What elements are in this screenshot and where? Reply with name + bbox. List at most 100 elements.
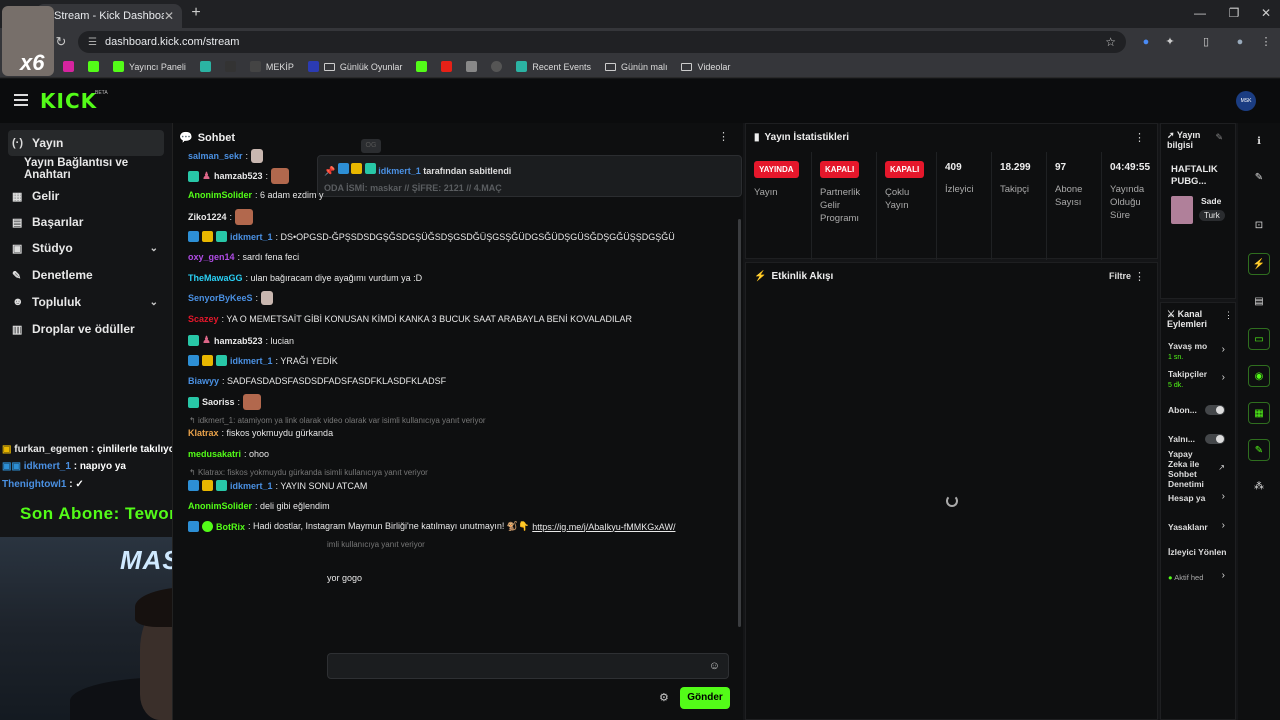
info-icon[interactable]: ℹ [1248, 131, 1270, 153]
emotes-only-toggle[interactable] [1205, 434, 1225, 444]
chat-message[interactable]: salman_sekr: [188, 149, 264, 163]
bookmark-star-icon[interactable]: ☆ [1105, 35, 1116, 49]
minimize-icon[interactable]: — [1190, 6, 1210, 20]
reload-icon[interactable]: ↻ [52, 33, 70, 51]
chat-scrollbar[interactable] [738, 219, 741, 627]
slow-mode-action[interactable]: Yavaş mo 1 sn. [1168, 341, 1207, 363]
bookmark-gunun-mali[interactable]: Günün malı [600, 62, 673, 72]
bookmark-gunluk-oyunlar[interactable]: Günlük Oyunlar [303, 61, 408, 72]
globe-bookmark-icon[interactable] [486, 61, 507, 72]
activity-menu-icon[interactable]: ⋮ [1134, 270, 1145, 283]
browser-tab[interactable]: Stream - Kick Dashboard ✕ [36, 4, 182, 28]
chat-input[interactable]: ☺ [327, 653, 729, 679]
badge-icon [188, 521, 199, 532]
sidebar-item-droplar[interactable]: ▥ Droplar ve ödüller [8, 316, 164, 342]
chat-message[interactable]: Saoriss: [188, 394, 262, 410]
chat-message[interactable]: Ziko1224: [188, 209, 254, 225]
chevron-right-icon[interactable]: › [1222, 372, 1225, 383]
multistream-status-badge: KAPALI [885, 161, 925, 178]
chat-menu-icon[interactable]: ⋮ [718, 130, 729, 143]
banned-words-action[interactable]: Yasaklanr [1168, 522, 1208, 532]
chat-message[interactable]: Scazey: YA O MEMETSAİT GİBİ KONUSAN KİMD… [188, 314, 632, 324]
bookmark-icon-teal[interactable] [195, 61, 216, 72]
followers-only-action[interactable]: Takipçiler 5 dk. [1168, 369, 1207, 391]
chat-message-partial[interactable]: yor gogo [327, 573, 362, 583]
chat-message[interactable]: idkmert_1: YRAĞI YEDİK [188, 355, 338, 366]
bookmark-recent-events[interactable]: Recent Events [511, 61, 596, 72]
site-info-icon[interactable]: ☰ [88, 37, 97, 48]
browser-menu-icon[interactable]: ⋮ [1258, 34, 1274, 50]
chat-settings-icon[interactable]: ⚙ [659, 691, 669, 704]
layout-icon[interactable]: ▦ [1248, 402, 1270, 424]
lightning-icon[interactable]: ⚡ [1248, 253, 1270, 275]
stat-subscribers: 97 Abone Sayısı [1047, 152, 1102, 260]
hamburger-menu-icon[interactable] [14, 94, 28, 106]
viewer-redirect-action[interactable]: İzleyici Yönlen [1168, 547, 1226, 557]
chevron-right-icon[interactable]: › [1222, 520, 1225, 531]
sidebar-item-denetleme[interactable]: ✎ Denetleme [8, 262, 164, 288]
chat-message[interactable]: ♟ hamzab523: [188, 168, 290, 184]
chat-message[interactable]: TheMawaGG: ulan bağıracam diye ayağımı v… [188, 273, 422, 283]
chat-message[interactable]: AnonimSolider: 6 adam ezdim y [188, 190, 324, 200]
chat-message[interactable]: Biawyy: SADFASDADSFASDSDFADSFASDFKLASDFK… [188, 376, 446, 386]
bookmark-icon-play[interactable] [220, 61, 241, 72]
sidebar-item-yayin[interactable]: (·) Yayın [8, 130, 164, 156]
chevron-right-icon[interactable]: › [1222, 344, 1225, 355]
chat-message[interactable]: idkmert_1: DS•OPGSD-ĞPŞSDSDGŞĞSDGŞÜĞSDŞG… [188, 231, 675, 242]
pencil-icon[interactable]: ✎ [1248, 167, 1270, 189]
restore-icon[interactable]: ❐ [1224, 6, 1244, 20]
subscribers-only-toggle[interactable] [1205, 405, 1225, 415]
tab-close-icon[interactable]: ✕ [164, 9, 174, 23]
sidebar-item-stream-key[interactable]: Yayın Bağlantısı ve Anahtarı [8, 156, 164, 182]
chat-message[interactable]: ♟ hamzab523: lucian [188, 335, 294, 346]
chat-message[interactable]: Klatrax: fiskos yokmuydu gürkanda [188, 428, 333, 438]
kick-logo[interactable]: KICK [40, 89, 97, 113]
avatar[interactable]: MSK [1236, 91, 1256, 111]
external-link-icon[interactable]: ↗ [1218, 463, 1225, 472]
bookmark-videolar[interactable]: Videolar [676, 62, 735, 72]
extensions-puzzle-icon[interactable]: ✦ [1162, 34, 1178, 50]
send-button[interactable]: Gönder [680, 687, 730, 709]
side-panel-icon[interactable]: ▯ [1198, 34, 1214, 50]
chat-message[interactable]: medusakatri: ohoo [188, 449, 269, 459]
chat-message[interactable]: idkmert_1: YAYIN SONU ATCAM [188, 480, 367, 491]
instagram-bookmark-icon[interactable] [58, 61, 79, 72]
stats-menu-icon[interactable]: ⋮ [1134, 131, 1145, 144]
category-name[interactable]: Sade [1201, 196, 1221, 206]
sidebar-item-studyo[interactable]: ▣ Stüdyo ⌄ [8, 235, 164, 261]
kick-bookmark-icon[interactable] [83, 61, 104, 72]
chat-message[interactable]: oxy_gen14: sardı fena feci [188, 252, 299, 262]
sidebar-item-gelir[interactable]: ▦ Gelir [8, 183, 164, 209]
account-age-action[interactable]: Hesap ya [1168, 493, 1205, 503]
actions-menu-icon[interactable]: ⋮ [1224, 310, 1233, 321]
filter-button[interactable]: Filtre [1109, 271, 1131, 281]
broadcast-icon[interactable]: ◉ [1248, 365, 1270, 387]
instagram-link[interactable]: https://ig.me/j/AbaIkyu-fMMKGxAW/ [532, 522, 675, 532]
address-bar[interactable]: ☰ dashboard.kick.com/stream ☆ [78, 31, 1126, 53]
chat-icon[interactable]: ▭ [1248, 328, 1270, 350]
youtube-bookmark-icon[interactable] [436, 61, 457, 72]
sidebar-item-basarilar[interactable]: ▤ Başarılar [8, 209, 164, 235]
extension-icon[interactable]: ● [1138, 34, 1154, 50]
dots-icon[interactable]: ⁂ [1248, 476, 1270, 498]
ai-moderation-action[interactable]: Yapay Zeka ile Sohbet Denetimi [1168, 449, 1214, 489]
chevron-right-icon[interactable]: › [1222, 570, 1225, 581]
new-tab-icon[interactable]: + [188, 5, 204, 21]
wrench-icon[interactable]: ✎ [1248, 439, 1270, 461]
chat-message[interactable]: AnonimSolider: deli gibi eğlendim [188, 501, 330, 511]
bookmark-mekip[interactable]: MEKİP [245, 61, 299, 72]
kick-bookmark-icon-2[interactable] [411, 61, 432, 72]
sidebar-item-topluluk[interactable]: ☻ Topluluk ⌄ [8, 289, 164, 315]
document-icon[interactable]: ▤ [1248, 291, 1270, 313]
pinned-message[interactable]: 📌 idkmert_1 tarafından sabitlendi ODA İS… [317, 155, 742, 197]
close-window-icon[interactable]: ✕ [1256, 6, 1276, 20]
image-bookmark-icon[interactable] [461, 61, 482, 72]
chevron-right-icon[interactable]: › [1222, 491, 1225, 502]
bookmark-yayinci-paneli[interactable]: Yayıncı Paneli [108, 61, 191, 72]
emoji-icon[interactable]: ☺ [709, 660, 720, 672]
screenshot-icon[interactable]: ⊡ [1248, 215, 1270, 237]
chat-message[interactable]: BotRix: Hadi dostlar, Instagram Maymun B… [188, 521, 675, 532]
edit-pencil-icon[interactable]: ✎ [1215, 132, 1223, 143]
chat-message[interactable]: SenyorByKeeS: [188, 291, 274, 305]
profile-icon[interactable]: ● [1232, 34, 1248, 50]
